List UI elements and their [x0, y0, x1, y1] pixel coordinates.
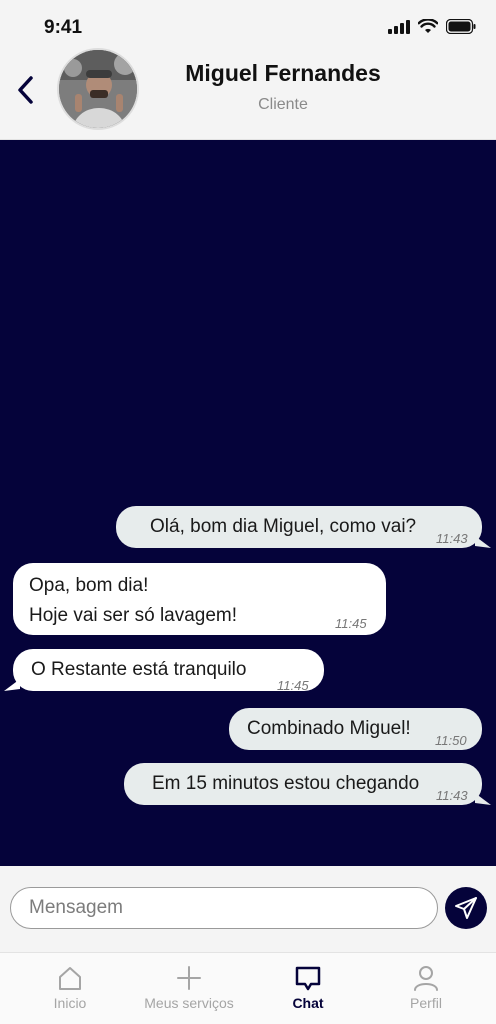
composer-bar [0, 866, 496, 952]
message-time: 11:45 [335, 616, 367, 631]
message-bubble-outgoing[interactable]: Em 15 minutos estou chegando 11:43 [124, 763, 482, 805]
nav-label: Perfil [410, 995, 442, 1011]
message-text: Olá, bom dia Miguel, como vai? [150, 516, 417, 537]
message-bubble-outgoing[interactable]: Olá, bom dia Miguel, como vai? 11:43 [116, 506, 482, 548]
bubble-tail [4, 679, 20, 691]
home-icon [55, 963, 85, 993]
send-icon [455, 897, 477, 919]
message-text: Em 15 minutos estou chegando [152, 773, 420, 794]
nav-item-meus-servicos[interactable]: Meus serviços [130, 953, 248, 1024]
nav-label: Meus serviços [144, 995, 234, 1011]
message-text: O Restante está tranquilo [31, 659, 247, 680]
contact-name: Miguel Fernandes [185, 60, 381, 86]
message-time: 11:50 [435, 733, 467, 748]
message-time: 11:45 [277, 678, 309, 693]
chat-icon [293, 963, 323, 993]
message-text: Hoje vai ser só lavagem! [29, 605, 238, 626]
battery-icon [446, 19, 476, 34]
message-bubble-incoming[interactable]: Opa, bom dia! Hoje vai ser só lavagem! 1… [13, 563, 386, 635]
bottom-nav: Inicio Meus serviços Chat Perfil [0, 952, 496, 1024]
avatar-photo [59, 50, 137, 128]
nav-item-perfil[interactable]: Perfil [390, 953, 462, 1024]
message-time: 11:43 [436, 531, 468, 546]
message-text: Combinado Miguel! [247, 718, 411, 739]
message-text: Opa, bom dia! [29, 575, 149, 596]
status-icons [388, 19, 476, 34]
contact-role: Cliente [258, 96, 308, 113]
wifi-icon [418, 19, 438, 33]
user-icon [411, 963, 441, 993]
status-bar: 9:41 [0, 0, 496, 52]
message-bubble-incoming[interactable]: O Restante está tranquilo 11:45 [13, 649, 324, 693]
bubble-tail [475, 536, 491, 548]
message-bubble-outgoing[interactable]: Combinado Miguel! 11:50 [229, 708, 482, 750]
message-input[interactable] [10, 887, 438, 929]
back-button[interactable] [10, 72, 40, 108]
nav-label: Inicio [53, 995, 87, 1011]
chat-area[interactable]: Olá, bom dia Miguel, como vai? 11:43 Opa… [0, 140, 496, 866]
nav-item-inicio[interactable]: Inicio [34, 953, 106, 1024]
chevron-left-icon [18, 76, 33, 104]
bubble-tail [475, 793, 491, 805]
message-time: 11:43 [436, 788, 468, 803]
nav-item-chat[interactable]: Chat [272, 953, 344, 1024]
signal-icon [388, 19, 410, 34]
avatar[interactable] [57, 48, 139, 130]
chat-header: Miguel Fernandes Cliente [0, 48, 496, 140]
send-button[interactable] [445, 887, 487, 929]
status-time: 9:41 [44, 17, 83, 38]
nav-label: Chat [292, 995, 324, 1011]
plus-icon [174, 963, 204, 993]
